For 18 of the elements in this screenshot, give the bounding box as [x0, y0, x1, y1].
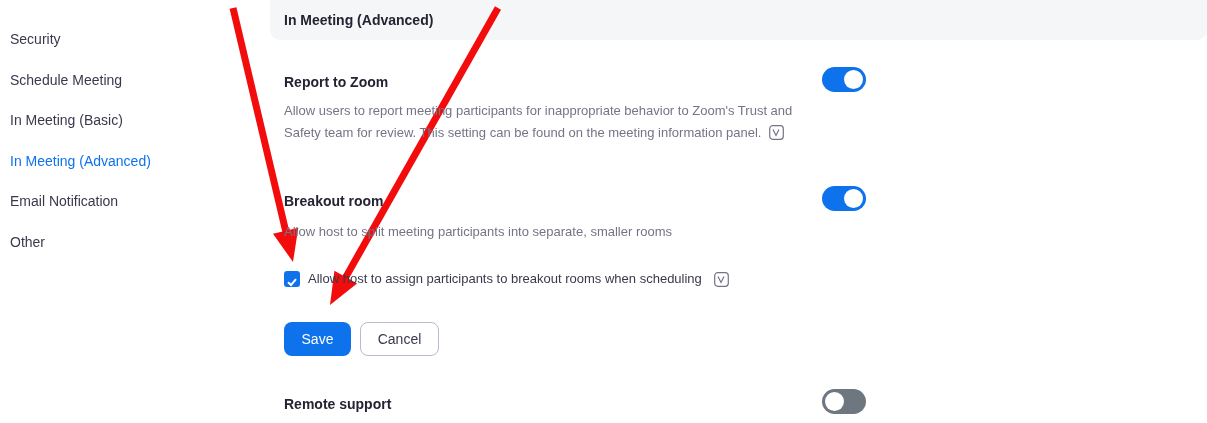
sidebar-item[interactable]: In Meeting (Advanced) [0, 150, 270, 171]
info-icon[interactable] [769, 125, 785, 140]
setting-title: Report to Zoom [284, 73, 390, 92]
save-button[interactable]: Save [284, 322, 351, 356]
toggle-switch[interactable] [822, 67, 866, 92]
info-icon[interactable] [713, 271, 729, 287]
toggle-switch[interactable] [822, 186, 866, 211]
sidebar-item[interactable]: Schedule Meeting [0, 69, 270, 90]
setting-title: Breakout room [284, 192, 385, 211]
checkbox[interactable] [284, 271, 300, 287]
setting-title: Remote support [284, 395, 393, 414]
sidebar-item[interactable]: Other [0, 231, 270, 252]
cancel-button[interactable]: Cancel [360, 322, 439, 356]
sidebar-item[interactable]: Security [0, 29, 270, 49]
sidebar-item[interactable]: In Meeting (Basic) [0, 110, 270, 130]
sidebar-item[interactable]: Email Notification [0, 191, 270, 211]
section-title: In Meeting (Advanced) [284, 11, 434, 29]
toggle-switch[interactable] [822, 389, 866, 414]
